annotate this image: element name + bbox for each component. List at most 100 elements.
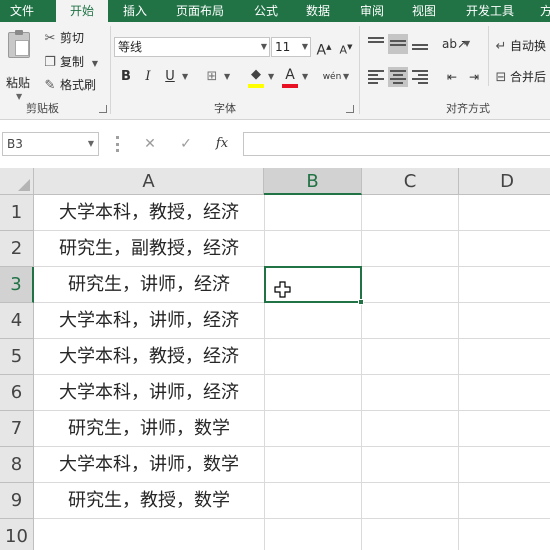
chevron-down-icon[interactable]: ▼ — [16, 92, 22, 101]
fill-color-button[interactable]: ◆ — [246, 65, 266, 85]
border-icon: ⊞ — [206, 69, 218, 84]
chevron-down-icon[interactable]: ▼ — [268, 72, 274, 81]
cell-a8[interactable]: 大学本科，讲师，数学 — [34, 447, 264, 483]
middle-align-button[interactable] — [388, 34, 408, 54]
fill-color-swatch — [248, 84, 264, 88]
border-button[interactable]: ⊞ — [202, 67, 222, 87]
column-header-c[interactable]: C — [362, 168, 459, 195]
chevron-down-icon[interactable]: ▼ — [343, 72, 349, 81]
column-header-d[interactable]: D — [459, 168, 550, 195]
dialog-launcher-icon[interactable] — [346, 105, 354, 113]
align-bottom-icon — [412, 37, 428, 51]
font-name-combo[interactable]: 等线 ▼ — [114, 37, 270, 57]
cancel-icon[interactable]: ✕ — [139, 133, 161, 155]
chevron-down-icon[interactable]: ▼ — [88, 133, 94, 155]
align-center-icon — [390, 70, 406, 84]
tab-more[interactable]: 方 — [536, 0, 550, 22]
bottom-align-button[interactable] — [410, 34, 430, 54]
chevron-down-icon[interactable]: ▼ — [261, 38, 267, 56]
underline-button[interactable]: U — [160, 67, 180, 87]
row-header-1[interactable]: 1 — [0, 195, 34, 231]
cell-a9[interactable]: 研究生，教授，数学 — [34, 483, 264, 519]
cell-a1[interactable]: 大学本科，教授，经济 — [34, 195, 264, 231]
increase-indent-button[interactable]: ⇥ — [464, 67, 484, 87]
cell-a4[interactable]: 大学本科，讲师，经济 — [34, 303, 264, 339]
column-header-b[interactable]: B — [264, 168, 362, 195]
cell-a3[interactable]: 研究生，讲师，经济 — [34, 267, 264, 303]
tab-formulas[interactable]: 公式 — [245, 0, 287, 22]
wrap-text-button[interactable]: ↵ 自动换 — [494, 36, 546, 56]
shrink-font-button[interactable]: A▼ — [336, 37, 356, 57]
row-header-10[interactable]: 10 — [0, 519, 34, 550]
copy-button[interactable]: ❐ 复制 ▼ — [42, 52, 98, 72]
format-painter-button[interactable]: ✎ 格式刷 — [42, 75, 96, 95]
paste-label: 粘贴 — [6, 76, 31, 90]
row-header-7[interactable]: 7 — [0, 411, 34, 447]
align-middle-icon — [390, 37, 406, 51]
format-painter-icon: ✎ — [44, 78, 56, 93]
align-right-button[interactable] — [410, 67, 430, 87]
cell-a6[interactable]: 大学本科，讲师，经济 — [34, 375, 264, 411]
merge-center-button[interactable]: ⊟ 合并后 — [494, 67, 546, 87]
phonetic-button[interactable]: wén — [322, 67, 342, 87]
align-center-button[interactable] — [388, 67, 408, 87]
cell-a2[interactable]: 研究生，副教授，经济 — [34, 231, 264, 267]
formula-bar-grip[interactable] — [116, 136, 119, 152]
enter-icon[interactable]: ✓ — [175, 133, 197, 155]
alignment-group-label: 对齐方式 — [446, 102, 490, 115]
tab-insert[interactable]: 插入 — [113, 0, 157, 22]
tab-file[interactable]: 文件 — [0, 0, 44, 22]
top-align-button[interactable] — [366, 34, 386, 54]
dialog-launcher-icon[interactable] — [99, 105, 107, 113]
row-header-9[interactable]: 9 — [0, 483, 34, 519]
font-size-value: 11 — [275, 40, 291, 54]
name-box[interactable]: B3 ▼ — [2, 132, 99, 156]
row-header-6[interactable]: 6 — [0, 375, 34, 411]
shrink-font-icon: A — [339, 43, 348, 57]
row-header-4[interactable]: 4 — [0, 303, 34, 339]
row-header-8[interactable]: 8 — [0, 447, 34, 483]
column-header-a[interactable]: A — [34, 168, 264, 195]
format-painter-label: 格式刷 — [60, 78, 97, 92]
align-top-icon — [368, 37, 384, 51]
gridline — [458, 195, 459, 550]
tab-data[interactable]: 数据 — [296, 0, 340, 22]
align-left-button[interactable] — [366, 67, 386, 87]
insert-function-icon[interactable]: fx — [211, 133, 233, 155]
tab-page-layout[interactable]: 页面布局 — [165, 0, 235, 22]
formula-bar: B3 ▼ ✕ ✓ fx — [0, 120, 550, 168]
font-size-combo[interactable]: 11 ▼ — [271, 37, 311, 57]
chevron-down-icon[interactable]: ▼ — [302, 38, 308, 56]
paste-button[interactable]: 粘贴 ▼ — [4, 30, 36, 101]
increase-indent-icon: ⇥ — [468, 70, 480, 84]
tab-home[interactable]: 开始 — [56, 0, 108, 22]
cut-button[interactable]: ✂ 剪切 — [42, 28, 84, 48]
tab-developer[interactable]: 开发工具 — [455, 0, 525, 22]
chevron-down-icon[interactable]: ▼ — [92, 59, 98, 68]
select-all-button[interactable] — [0, 168, 34, 195]
bold-button[interactable]: B — [116, 67, 136, 87]
orientation-button[interactable]: ab↗ — [442, 34, 467, 54]
worksheet-grid[interactable]: A B C D 1 2 3 4 5 6 7 8 9 10 大学本科，教授，经济 … — [0, 168, 550, 550]
cell-a7[interactable]: 研究生，讲师，数学 — [34, 411, 264, 447]
ribbon-tab-bar: 文件 开始 插入 页面布局 公式 数据 审阅 视图 开发工具 方 — [0, 0, 550, 22]
italic-button[interactable]: I — [138, 67, 158, 87]
row-header-2[interactable]: 2 — [0, 231, 34, 267]
phonetic-icon: wén — [322, 72, 342, 82]
cell-a5[interactable]: 大学本科，教授，经济 — [34, 339, 264, 375]
chevron-down-icon[interactable]: ▼ — [182, 72, 188, 81]
cell-a10[interactable] — [34, 519, 264, 550]
fill-handle[interactable] — [358, 299, 364, 305]
chevron-down-icon[interactable]: ▼ — [302, 72, 308, 81]
decrease-indent-button[interactable]: ⇤ — [442, 67, 462, 87]
row-header-3[interactable]: 3 — [0, 267, 34, 303]
chevron-down-icon[interactable]: ▼ — [464, 39, 470, 48]
row-header-5[interactable]: 5 — [0, 339, 34, 375]
tab-review[interactable]: 审阅 — [350, 0, 394, 22]
tab-view[interactable]: 视图 — [402, 0, 446, 22]
grow-font-button[interactable]: A▲ — [314, 37, 334, 59]
chevron-down-icon[interactable]: ▼ — [224, 72, 230, 81]
font-color-button[interactable]: A — [280, 65, 300, 85]
formula-input[interactable] — [243, 132, 550, 156]
cell-cursor-icon — [274, 281, 291, 298]
